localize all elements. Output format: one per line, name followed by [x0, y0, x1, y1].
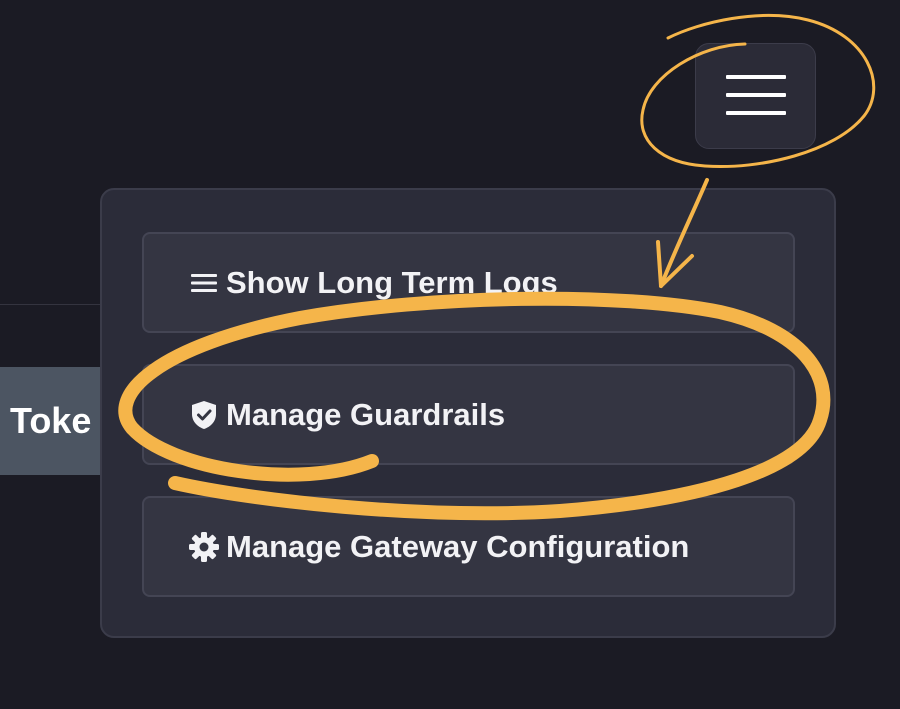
token-tab-label: Toke [10, 400, 92, 441]
menu-item-manage-guardrails[interactable]: Manage Guardrails [142, 364, 795, 465]
menu-item-label: Manage Gateway Configuration [226, 528, 690, 564]
list-icon [188, 267, 220, 299]
shield-check-icon [188, 399, 220, 431]
app-canvas: Toke Show Long Term Logs Manage Guardrai… [0, 0, 900, 709]
menu-item-manage-gateway-configuration[interactable]: Manage Gateway Configuration [142, 496, 795, 597]
menu-item-label: Manage Guardrails [226, 396, 506, 432]
menu-item-show-long-term-logs[interactable]: Show Long Term Logs [142, 232, 795, 333]
dropdown-menu: Show Long Term Logs Manage Guardrails Ma… [100, 188, 836, 638]
menu-toggle-button[interactable] [695, 43, 816, 149]
gear-icon [188, 531, 220, 563]
hamburger-menu-icon [725, 72, 786, 121]
token-tab[interactable]: Toke [0, 367, 110, 475]
menu-item-label: Show Long Term Logs [226, 264, 558, 300]
divider-line [0, 304, 110, 305]
